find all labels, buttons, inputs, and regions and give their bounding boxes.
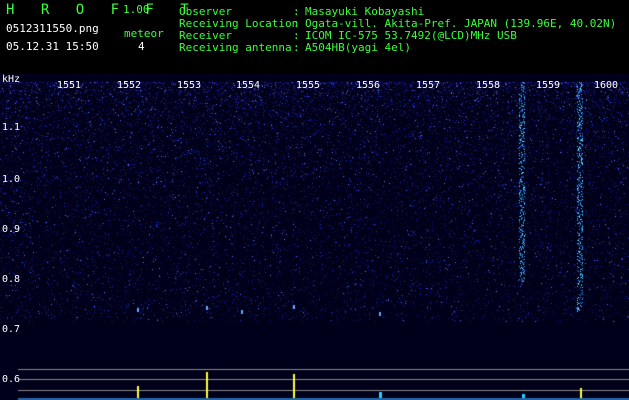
freq-tick: 0.6 bbox=[2, 374, 21, 385]
spectrogram-plot: kHz 1551 1552 1553 1554 1555 1556 1557 1… bbox=[0, 74, 629, 400]
time-tick: 1552 bbox=[117, 80, 142, 91]
spectrogram-canvas bbox=[0, 74, 629, 400]
time-tick: 1555 bbox=[296, 80, 321, 91]
freq-tick: 0.8 bbox=[2, 274, 21, 285]
image-filename: 0512311550.png bbox=[6, 22, 99, 35]
freq-tick: 0.7 bbox=[2, 324, 21, 335]
time-tick: 1558 bbox=[476, 80, 501, 91]
antenna-value: A504HB(yagi 4el) bbox=[305, 41, 411, 54]
time-tick: 1557 bbox=[416, 80, 441, 91]
antenna-label: Receiving antenna bbox=[179, 41, 292, 54]
meteor-count: 4 bbox=[138, 40, 145, 53]
y-unit-label: kHz bbox=[2, 74, 21, 85]
time-tick: 1554 bbox=[236, 80, 261, 91]
observation-datetime: 05.12.31 15:50 bbox=[6, 40, 99, 53]
freq-tick: 1.0 bbox=[2, 174, 21, 185]
freq-tick: 0.9 bbox=[2, 224, 21, 235]
app-version: 1.00 bbox=[123, 3, 150, 16]
header-panel: H R O F F T 1.00 0512311550.png meteor 0… bbox=[0, 0, 629, 62]
time-tick: 1553 bbox=[177, 80, 202, 91]
time-tick: 1556 bbox=[356, 80, 381, 91]
freq-tick: 1.1 bbox=[2, 122, 21, 133]
app-name: H R O F F T bbox=[6, 2, 198, 18]
time-tick: 1551 bbox=[57, 80, 82, 91]
meteor-label: meteor bbox=[124, 27, 164, 40]
time-tick: 1600 bbox=[594, 80, 619, 91]
time-tick: 1559 bbox=[536, 80, 561, 91]
